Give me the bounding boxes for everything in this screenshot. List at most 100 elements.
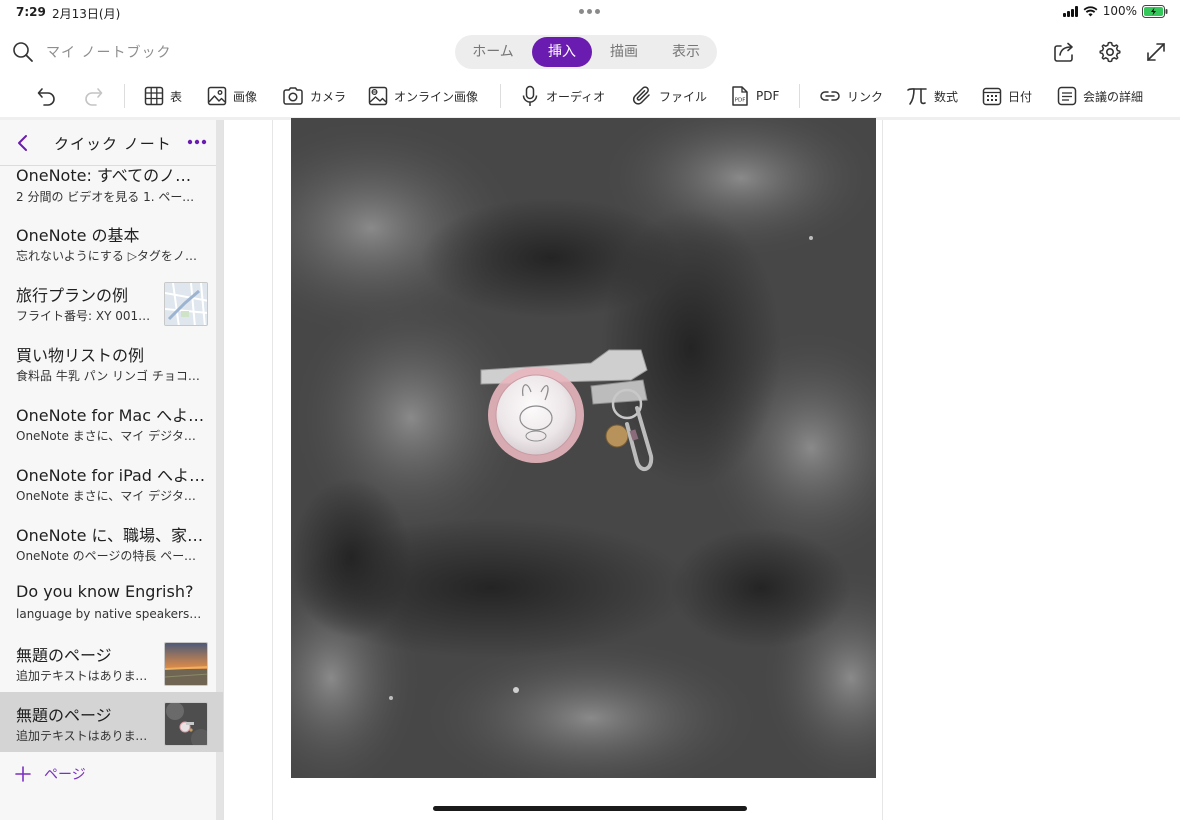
undo-button[interactable] xyxy=(36,82,58,110)
table-icon xyxy=(144,86,164,106)
page-item-title: OneNote for Mac へようこそ xyxy=(16,406,206,425)
page-item[interactable]: OneNote に、職場、家庭、学校 OneNote のページの特長 ページの作… xyxy=(0,512,216,572)
link-icon xyxy=(820,91,840,101)
cellular-signal-icon xyxy=(1062,5,1078,17)
insert-ribbon: 表 画像 カメラ オンライン画像 オーディオ ファイル PDF PDF リンク … xyxy=(0,78,1180,114)
calendar-icon xyxy=(982,87,1002,106)
page-item[interactable]: 旅行プランの例 フライト番号: XY 0011 出発 xyxy=(0,272,216,332)
page-item-snippet: 2 分間の ビデオを見る 1. ページを作成する xyxy=(16,190,204,204)
page-item[interactable]: OneNote: すべてのノートを1か所に 2 分間の ビデオを見る 1. ペー… xyxy=(0,152,216,208)
tab-insert[interactable]: 挿入 xyxy=(532,37,592,67)
page-item[interactable]: OneNote for Mac へようこそ OneNote まさに、マイ デジタ… xyxy=(0,392,216,452)
insert-link-label: リンク xyxy=(847,89,884,104)
ribbon-divider xyxy=(799,84,800,108)
attach-file-button[interactable]: ファイル xyxy=(631,82,707,110)
redo-button[interactable] xyxy=(82,82,104,110)
status-bar: 7:29 2月13日(月) 100% xyxy=(0,0,1180,24)
page-item-selected[interactable]: 無題のページ 追加テキストはありません xyxy=(0,692,223,752)
status-right: 100% xyxy=(1062,4,1168,18)
search-icon xyxy=(13,42,33,62)
camera-icon xyxy=(283,87,303,105)
attach-file-label: ファイル xyxy=(659,89,708,104)
home-indicator[interactable] xyxy=(433,806,747,811)
svg-text:PDF: PDF xyxy=(735,98,746,104)
insert-pdf-button[interactable]: PDF PDF xyxy=(730,82,779,110)
tab-view[interactable]: 表示 xyxy=(656,37,716,67)
page-item-title: 旅行プランの例 xyxy=(16,286,129,305)
page-item-title: 買い物リストの例 xyxy=(16,346,145,365)
page-item[interactable]: OneNote for iPad へようこそ OneNote まさに、マイ デジ… xyxy=(0,452,216,512)
page-item[interactable]: OneNote の基本 忘れないようにする ▷タグをノートに追加する xyxy=(0,212,216,272)
page-item-snippet: OneNote まさに、マイ デジタル ノートブック xyxy=(16,489,204,503)
pdf-icon: PDF xyxy=(732,86,748,106)
insert-date-button[interactable]: 日付 xyxy=(982,82,1032,110)
meeting-details-label: 会議の詳細 xyxy=(1083,89,1144,104)
page-item-snippet: 忘れないようにする ▷タグをノートに追加する xyxy=(16,249,204,263)
add-page-button[interactable]: ページ xyxy=(14,764,86,784)
section-title: クイック ノート xyxy=(54,135,172,153)
page-item[interactable]: 買い物リストの例 食料品 牛乳 パン リンゴ チョコレート xyxy=(0,332,216,392)
inserted-photo-keychain[interactable] xyxy=(291,118,876,778)
paperclip-icon xyxy=(632,86,650,105)
onenote-app: 7:29 2月13日(月) 100% マイ ノートブック ホーム 挿入 描画 表… xyxy=(0,0,1180,820)
page-margin-guide xyxy=(882,120,883,820)
page-item-snippet: OneNote のページの特長 ページの作成 xyxy=(16,549,204,563)
insert-image-button[interactable]: 画像 xyxy=(207,82,257,110)
page-item[interactable]: 無題のページ 追加テキストはありません xyxy=(0,632,216,692)
meeting-details-icon xyxy=(1057,86,1077,106)
status-time: 7:29 xyxy=(16,5,46,19)
undo-icon xyxy=(37,88,55,106)
page-item-snippet: 追加テキストはありません xyxy=(16,729,156,743)
online-image-button[interactable]: オンライン画像 xyxy=(368,82,478,110)
share-icon[interactable] xyxy=(1052,40,1076,64)
page-list-sidebar: クイック ノート OneNote: すべてのノートを1か所に 2 分間の ビデオ… xyxy=(0,120,224,820)
page-item[interactable]: Do you know Engrish? language by native … xyxy=(0,572,216,632)
add-page-label: ページ xyxy=(44,767,86,783)
insert-table-button[interactable]: 表 xyxy=(144,82,182,110)
battery-charging-icon xyxy=(1142,4,1168,18)
online-image-icon xyxy=(368,86,388,106)
page-item-title: 無題のページ xyxy=(16,706,112,725)
notebook-search[interactable]: マイ ノートブック xyxy=(12,38,232,66)
insert-pdf-label: PDF xyxy=(756,89,780,103)
multitasking-dots-icon[interactable] xyxy=(579,9,601,15)
online-image-label: オンライン画像 xyxy=(394,89,479,104)
more-options-icon[interactable] xyxy=(186,134,208,150)
meeting-details-button[interactable]: 会議の詳細 xyxy=(1057,82,1143,110)
map-thumbnail xyxy=(164,282,208,326)
audio-button[interactable]: オーディオ xyxy=(520,82,605,110)
expand-icon[interactable] xyxy=(1144,40,1168,64)
page-item-snippet: language by native speakers of Japanese xyxy=(16,607,204,621)
tab-draw[interactable]: 描画 xyxy=(594,37,654,67)
sunset-thumbnail xyxy=(164,642,208,686)
plus-icon xyxy=(15,766,31,782)
equation-button[interactable]: 数式 xyxy=(906,82,958,110)
page-item-snippet: フライト番号: XY 0011 出発 xyxy=(16,309,156,323)
camera-button[interactable]: カメラ xyxy=(282,82,346,110)
insert-image-label: 画像 xyxy=(233,89,258,104)
camera-label: カメラ xyxy=(310,89,347,104)
page-item-title: OneNote for iPad へようこそ xyxy=(16,466,206,485)
redo-icon xyxy=(85,88,103,106)
microphone-icon xyxy=(522,85,538,106)
page-item-title: 無題のページ xyxy=(16,646,112,665)
back-chevron-icon[interactable] xyxy=(16,134,30,152)
page-item-title: Do you know Engrish? xyxy=(16,582,194,601)
ribbon-tabs: ホーム 挿入 描画 表示 xyxy=(455,35,717,69)
page-margin-guide xyxy=(272,120,273,820)
page-item-snippet: 食料品 牛乳 パン リンゴ チョコレート xyxy=(16,369,204,383)
page-item-snippet: 追加テキストはありません xyxy=(16,669,156,683)
page-item-title: OneNote に、職場、家庭、学校 xyxy=(16,526,206,545)
page-item-title: OneNote: すべてのノートを1か所に xyxy=(16,166,206,185)
status-date: 2月13日(月) xyxy=(52,7,121,21)
keychain-thumbnail xyxy=(164,702,208,746)
insert-link-button[interactable]: リンク xyxy=(819,82,883,110)
page-item-title: OneNote の基本 xyxy=(16,226,140,245)
settings-gear-icon[interactable] xyxy=(1098,40,1122,64)
tab-home[interactable]: ホーム xyxy=(457,37,529,67)
audio-label: オーディオ xyxy=(546,89,606,104)
ribbon-divider xyxy=(124,84,125,108)
battery-percent: 100% xyxy=(1102,4,1137,18)
wifi-icon xyxy=(1083,5,1098,16)
search-placeholder: マイ ノートブック xyxy=(46,45,172,61)
